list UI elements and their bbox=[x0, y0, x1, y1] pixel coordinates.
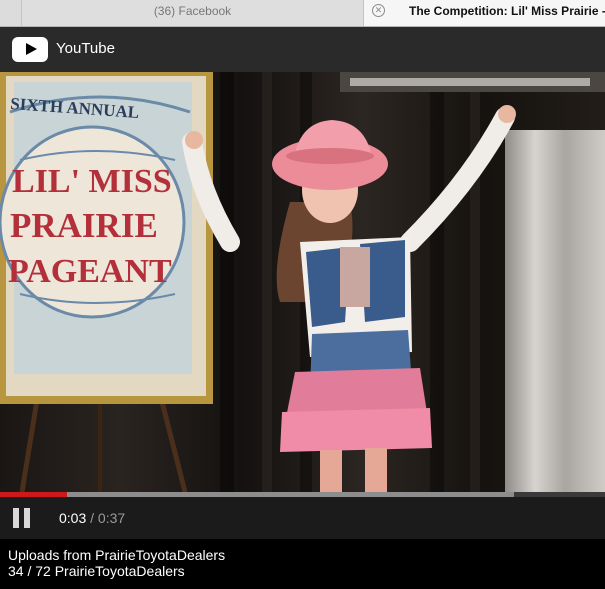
tab-facebook[interactable]: (36) Facebook bbox=[22, 0, 364, 26]
tab-active-video[interactable]: ✕ The Competition: Lil' Miss Prairie - bbox=[364, 0, 605, 26]
close-icon[interactable]: ✕ bbox=[372, 4, 385, 17]
sign-line-2: LIL' MISS bbox=[12, 163, 172, 200]
browser-tab-bar: (36) Facebook ✕ The Competition: Lil' Mi… bbox=[0, 0, 605, 27]
player-controls: 0:03 / 0:37 bbox=[0, 497, 605, 539]
playlist-title[interactable]: Uploads from PrairieToyotaDealers bbox=[8, 547, 225, 563]
duration: 0:37 bbox=[97, 510, 126, 526]
white-curtain bbox=[505, 130, 605, 492]
pause-icon[interactable] bbox=[13, 508, 31, 528]
youtube-header: YouTube bbox=[0, 27, 605, 72]
youtube-brand-label[interactable]: YouTube bbox=[56, 40, 115, 57]
video-still: SIXTH ANNUAL LIL' MISS PRAIRIE PAGEANT bbox=[0, 72, 605, 492]
tab-overflow[interactable] bbox=[0, 0, 22, 26]
channel-name[interactable]: PrairieToyotaDealers bbox=[55, 563, 185, 579]
sign-line-3: PRAIRIE bbox=[10, 206, 158, 245]
video-frame[interactable]: SIXTH ANNUAL LIL' MISS PRAIRIE PAGEANT bbox=[0, 72, 605, 492]
current-time: 0:03 bbox=[59, 510, 87, 526]
youtube-logo-icon[interactable] bbox=[12, 37, 48, 62]
time-separator: / bbox=[90, 510, 95, 526]
sign-line-4: PAGEANT bbox=[8, 253, 172, 290]
playlist-position: 34 / 72 bbox=[8, 563, 51, 579]
tab-facebook-title: (36) Facebook bbox=[153, 4, 232, 18]
time-display: 0:03 / 0:37 bbox=[59, 510, 125, 526]
tab-active-title: The Competition: Lil' Miss Prairie - bbox=[409, 4, 605, 18]
playlist-info: Uploads from PrairieToyotaDealers 34 / 7… bbox=[8, 547, 225, 579]
